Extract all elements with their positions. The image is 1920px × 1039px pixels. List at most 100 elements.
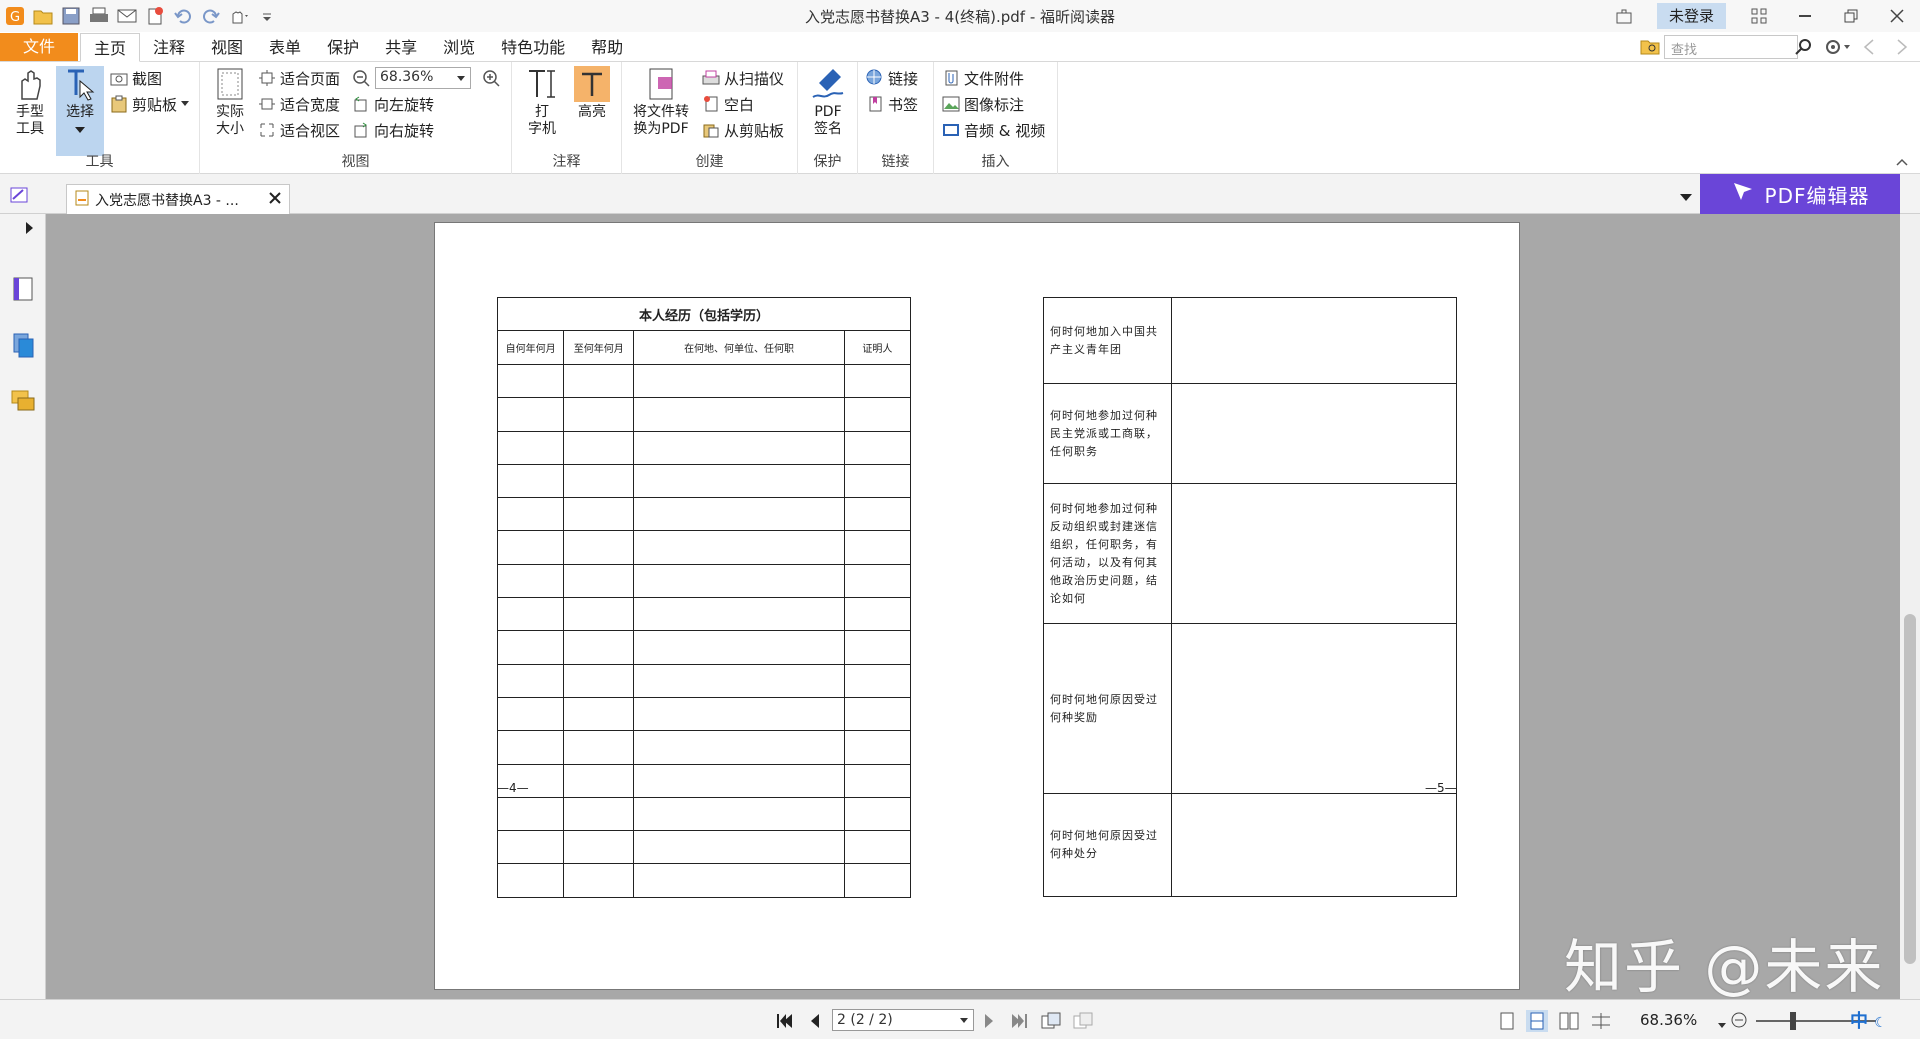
typewriter-button[interactable]: 打 字机 [518,66,566,138]
tab-list-dropdown-icon[interactable] [1680,190,1692,206]
previous-view-icon[interactable] [1040,1010,1062,1032]
facing-pages-icon[interactable] [1558,1010,1580,1032]
clipboard-icon [110,95,128,113]
close-button[interactable] [1874,0,1920,32]
next-view-icon[interactable] [1072,1010,1094,1032]
page-number-field[interactable]: 2 (2 / 2) [832,1009,974,1031]
zoom-level-field[interactable]: 68.36% [375,67,471,89]
comments-icon[interactable] [10,388,36,414]
ribbon-layout-icon[interactable] [1736,0,1782,32]
zoom-out-icon[interactable] [352,69,370,91]
zoom-slider-handle[interactable] [1790,1012,1796,1030]
close-tab-icon[interactable] [269,191,281,208]
document-tab[interactable]: 入党志愿书替换A3 - ... [66,184,290,214]
single-page-icon[interactable] [1496,1010,1518,1032]
bookmark-button[interactable]: 书签 [866,93,918,115]
camera-icon [110,69,128,87]
table-cell-empty [496,863,565,898]
document-viewport[interactable]: 本人经历（包括学历） 自何年何月 至何年何月 在何地、何单位、任何职 证明人 —… [46,214,1900,999]
tab-protect[interactable]: 保护 [314,33,372,62]
pdf-sign-button[interactable]: PDF 签名 [804,66,852,138]
table-cell-empty [1171,793,1457,897]
table-cell-empty [563,363,635,399]
rotate-right-button[interactable]: 向右旋转 [352,119,434,141]
table-row [496,763,912,798]
zoom-dropdown-icon[interactable] [1718,1017,1726,1033]
pages-thumbnail-icon[interactable] [10,276,36,302]
expand-panel-icon[interactable] [26,222,34,238]
from-clipboard-button[interactable]: 从剪贴板 [702,119,784,141]
tab-help[interactable]: 帮助 [578,33,636,62]
pdf-editor-icon [1731,180,1755,209]
file-attachment-label: 文件附件 [964,69,1025,88]
comment-group-label: 注释 [552,154,581,170]
search-icon[interactable] [1794,38,1812,60]
layers-icon[interactable] [10,332,36,358]
skin-icon[interactable] [1601,0,1647,32]
scrollbar-thumb[interactable] [1904,614,1916,964]
tab-share[interactable]: 共享 [372,33,430,62]
blank-label: 空白 [724,95,755,114]
find-folder-icon[interactable] [1640,37,1660,59]
nav-back-icon[interactable] [1862,38,1876,60]
tab-comment[interactable]: 注释 [140,33,198,62]
table-cell-empty [496,630,565,665]
restore-button[interactable] [1828,0,1874,32]
nav-forward-icon[interactable] [1895,38,1909,60]
foxit-sign-icon[interactable] [10,186,30,208]
collapse-ribbon-icon[interactable] [1896,154,1908,170]
convert-to-pdf-button[interactable]: 将文件转 换为PDF [628,66,694,138]
zoom-in-icon[interactable] [482,69,500,91]
next-page-icon[interactable] [978,1010,1000,1032]
fit-visible-button[interactable]: 适合视区 [258,119,340,141]
table-cell-empty [633,530,845,565]
fit-page-button[interactable]: 适合页面 [258,67,340,89]
last-page-icon[interactable] [1008,1010,1030,1032]
table-cell-empty [633,763,845,798]
table-cell-empty [633,830,845,865]
table-cell-empty [1171,483,1457,624]
file-attachment-button[interactable]: 文件附件 [942,67,1024,89]
tab-browse[interactable]: 浏览 [430,33,488,62]
table-cell-empty [563,463,635,499]
settings-gear-icon[interactable] [1824,38,1852,60]
from-scanner-button[interactable]: 从扫描仪 [702,67,784,89]
image-annotation-button[interactable]: 图像标注 [942,93,1024,115]
tab-view[interactable]: 视图 [198,33,256,62]
actual-size-button[interactable]: 实际 大小 [206,66,254,138]
table-cell-empty [633,463,845,499]
pdf-editor-button[interactable]: PDF编辑器 [1700,174,1900,214]
clipboard-button[interactable]: 剪贴板 [110,93,190,115]
tab-form[interactable]: 表单 [256,33,314,62]
minimize-button[interactable] [1782,0,1828,32]
continuous-page-icon[interactable] [1526,1010,1548,1032]
select-tool-button[interactable]: 选择 [56,66,104,156]
audio-video-button[interactable]: 音频 & 视频 [942,119,1045,141]
zoom-out-circle-icon[interactable] [1730,1011,1748,1033]
hand-tool-button[interactable]: 手型 工具 [6,66,54,138]
links-group-label: 链接 [881,154,910,170]
login-button[interactable]: 未登录 [1656,3,1726,29]
file-menu-tab[interactable]: 文件 [0,33,78,61]
zoom-level-value: 68.36% [380,69,434,85]
table-cell-empty [633,397,845,432]
tab-home[interactable]: 主页 [80,33,141,62]
convert-to-pdf-label: 将文件转 换为PDF [633,104,689,137]
snapshot-button[interactable]: 截图 [110,67,162,89]
prev-page-icon[interactable] [804,1010,826,1032]
rotate-left-button[interactable]: 向左旋转 [352,93,434,115]
vertical-scrollbar[interactable] [1900,214,1920,999]
search-input[interactable]: 查找 [1664,35,1798,59]
chevron-down-icon [960,1018,968,1023]
ime-indicator[interactable]: 中 ☾ [1850,1007,1898,1033]
continuous-facing-icon[interactable] [1590,1010,1612,1032]
first-page-icon[interactable] [774,1010,796,1032]
link-button[interactable]: 链接 [866,67,918,89]
watermark-text: 知乎 @未来 [1564,933,1885,999]
film-icon [942,121,960,139]
blank-button[interactable]: 空白 [702,93,754,115]
tab-features[interactable]: 特色功能 [488,33,578,62]
fit-width-button[interactable]: 适合宽度 [258,93,340,115]
highlight-button[interactable]: 高亮 [568,66,616,121]
table-row [496,630,912,665]
